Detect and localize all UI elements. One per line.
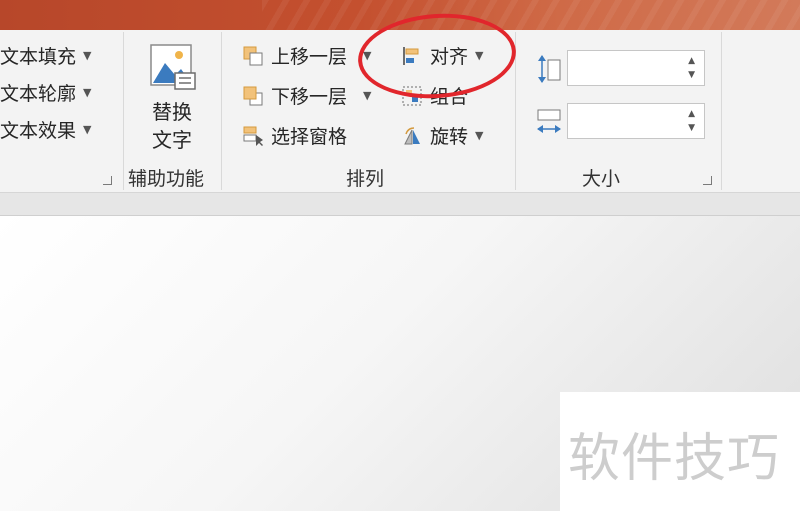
send-backward-icon — [243, 86, 263, 106]
group-separator — [221, 32, 222, 190]
alt-text-label-line1: 替换 — [152, 100, 192, 124]
spin-up-icon[interactable]: ▲ — [688, 109, 695, 119]
group-separator — [721, 32, 722, 190]
selection-pane-button[interactable]: 选择窗格 — [243, 122, 347, 149]
ribbon-gap — [0, 193, 800, 216]
text-effects-button[interactable]: 文本效果 ▼ — [0, 116, 91, 143]
text-fill-label: 文本填充 — [0, 46, 77, 68]
bring-forward-label: 上移一层 — [271, 46, 348, 68]
alt-text-label-line2: 文字 — [152, 128, 192, 152]
accessibility-group-label: 辅助功能 — [128, 168, 205, 190]
text-outline-label: 文本轮廓 — [0, 83, 77, 105]
bring-forward-button[interactable]: 上移一层 ▼ — [243, 42, 371, 69]
chevron-down-icon: ▼ — [475, 129, 484, 142]
size-group-label: 大小 — [582, 168, 621, 190]
shape-width-input[interactable]: ▲ ▼ — [567, 103, 705, 139]
rotate-icon — [402, 126, 422, 146]
size-group-launcher-icon[interactable] — [703, 176, 712, 185]
text-fill-button[interactable]: 文本填充 ▼ — [0, 42, 91, 69]
width-icon — [536, 108, 562, 140]
chevron-down-icon: ▼ — [83, 86, 92, 99]
chevron-down-icon: ▼ — [83, 123, 92, 136]
picture-icon — [150, 44, 196, 90]
chevron-down-icon[interactable]: ▼ — [363, 89, 371, 102]
height-icon — [536, 54, 562, 88]
spin-up-icon[interactable]: ▲ — [688, 56, 695, 66]
bring-forward-icon — [243, 46, 263, 66]
alt-text-button[interactable]: 替换 文字 — [140, 40, 210, 156]
text-group-launcher-icon[interactable] — [103, 176, 112, 185]
selection-pane-label: 选择窗格 — [271, 126, 348, 148]
group-separator — [123, 32, 124, 190]
text-effects-label: 文本效果 — [0, 120, 77, 142]
watermark: 软件技巧 — [560, 392, 800, 511]
text-outline-button[interactable]: 文本轮廓 ▼ — [0, 79, 91, 106]
selection-pane-icon — [243, 126, 263, 146]
chevron-down-icon: ▼ — [83, 49, 92, 62]
shape-height-input[interactable]: ▲ ▼ — [567, 50, 705, 86]
spin-down-icon[interactable]: ▼ — [688, 70, 695, 80]
alt-text-label: 替换 文字 — [140, 98, 204, 154]
rotate-button[interactable]: 旋转 ▼ — [402, 122, 483, 149]
watermark-text: 软件技巧 — [568, 429, 781, 489]
spin-down-icon[interactable]: ▼ — [688, 123, 695, 133]
arrange-group-label: 排列 — [346, 168, 385, 190]
title-bar-decoration — [262, 0, 800, 30]
send-backward-label: 下移一层 — [271, 86, 348, 108]
rotate-label: 旋转 — [430, 126, 469, 148]
send-backward-button[interactable]: 下移一层 ▼ — [243, 82, 371, 109]
